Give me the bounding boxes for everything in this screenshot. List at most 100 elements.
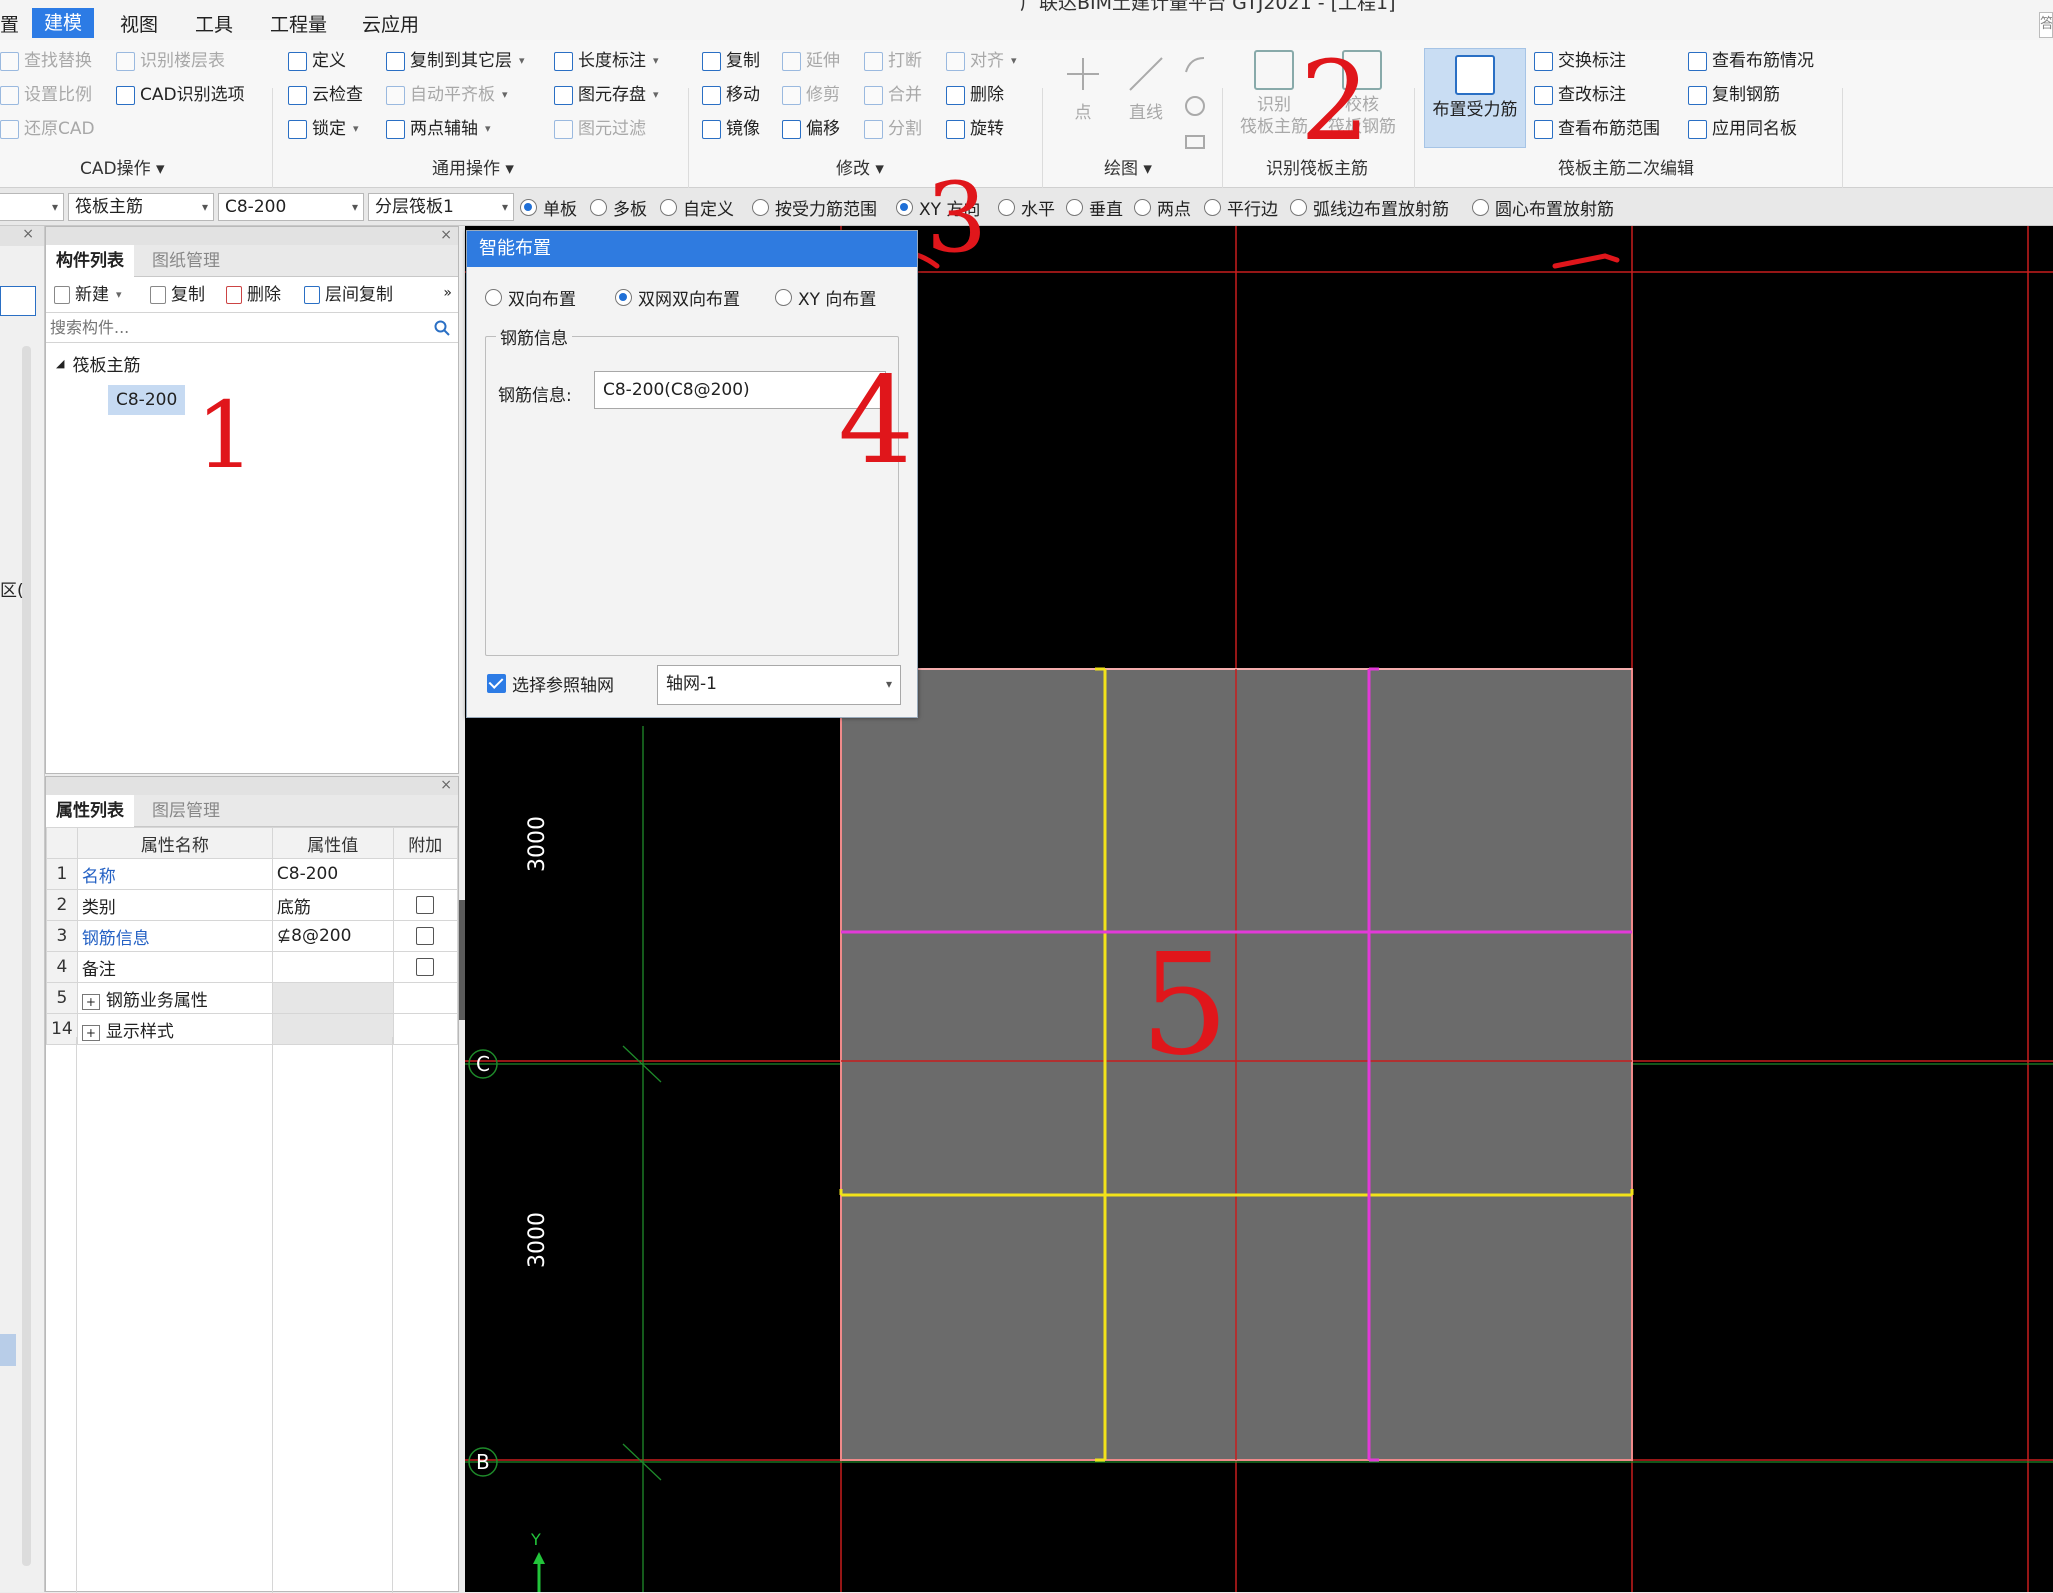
axis-grid-select[interactable]: 轴网-1 <box>657 665 901 705</box>
radio-by-rebar-range[interactable]: 按受力筋范围 <box>752 195 877 220</box>
radio-two-points[interactable]: 两点 <box>1134 195 1191 220</box>
search-icon[interactable] <box>434 320 450 336</box>
more-icon[interactable]: » <box>443 285 452 301</box>
restore-cad-button[interactable]: 还原CAD <box>0 116 95 142</box>
append-checkbox[interactable] <box>416 927 435 945</box>
nav-scrollbar[interactable] <box>22 346 31 1566</box>
extend-button[interactable]: 延伸 <box>782 48 840 74</box>
auto-align-slab-button[interactable]: 自动平齐板 ▾ <box>386 82 508 108</box>
arc-tools-icon[interactable] <box>1180 52 1210 152</box>
close-icon[interactable]: × <box>440 777 452 793</box>
tab-component-list[interactable]: 构件列表 <box>46 245 134 277</box>
search-input[interactable] <box>46 313 426 342</box>
identify-floor-table-button[interactable]: 识别楼层表 <box>116 48 225 74</box>
append-checkbox[interactable] <box>416 896 435 914</box>
group-modify[interactable]: 修改 ▾ <box>836 154 884 179</box>
table-row[interactable]: 3 钢筋信息 ⊈8@200 <box>46 920 459 952</box>
floor-select[interactable] <box>0 193 64 221</box>
view-rebar-layout-button[interactable]: 查看布筋情况 <box>1688 48 1814 74</box>
split-button[interactable]: 分割 <box>864 116 922 142</box>
rotate-button[interactable]: 旋转 <box>946 116 1004 142</box>
group-general[interactable]: 通用操作 ▾ <box>432 154 514 179</box>
point-button[interactable]: 点 <box>1060 52 1106 124</box>
place-main-rebar-button[interactable]: 布置受力筋 <box>1424 48 1526 148</box>
trim-button[interactable]: 修剪 <box>782 82 840 108</box>
radio-two-way-layout[interactable]: 双向布置 <box>485 285 576 310</box>
lock-button[interactable]: 锁定 ▾ <box>288 116 359 142</box>
break-button[interactable]: 打断 <box>864 48 922 74</box>
cad-identify-options-button[interactable]: CAD识别选项 <box>116 82 245 108</box>
radio-vertical[interactable]: 垂直 <box>1066 195 1123 220</box>
close-icon[interactable]: × <box>440 227 452 243</box>
cloud-check-button[interactable]: 云检查 <box>288 82 363 108</box>
new-component-button[interactable]: 新建 ▾ <box>54 282 122 308</box>
copy-between-floors-button[interactable]: 层间复制 <box>304 282 393 308</box>
find-replace-button[interactable]: 查找替换 <box>0 48 92 74</box>
menu-tab-tools[interactable]: 工具 <box>195 10 233 37</box>
define-button[interactable]: 定义 <box>288 48 346 74</box>
group-draw[interactable]: 绘图 ▾ <box>1104 154 1152 179</box>
element-name-select[interactable]: C8-200 <box>218 193 364 221</box>
append-checkbox[interactable] <box>416 958 435 976</box>
move-button[interactable]: 移动 <box>702 82 760 108</box>
apply-same-name-slab-button[interactable]: 应用同名板 <box>1688 116 1797 142</box>
radio-multi-slab[interactable]: 多板 <box>590 195 647 220</box>
copy-button[interactable]: 复制 <box>702 48 760 74</box>
prop-value[interactable]: 底筋 <box>271 889 394 921</box>
radio-xy-layout[interactable]: XY 向布置 <box>775 285 876 310</box>
element-type-select[interactable]: 筏板主筋 <box>68 193 214 221</box>
menu-tab-modeling[interactable]: 建模 <box>32 8 95 38</box>
element-filter-button[interactable]: 图元过滤 <box>554 116 646 142</box>
copy-rebar-button[interactable]: 复制钢筋 <box>1688 82 1780 108</box>
two-point-axis-button[interactable]: 两点辅轴 ▾ <box>386 116 491 142</box>
menu-partial[interactable]: 置 <box>0 10 19 37</box>
radio-parallel-edge[interactable]: 平行边 <box>1204 195 1278 220</box>
close-icon[interactable]: × <box>0 226 44 246</box>
dialog-title[interactable]: 智能布置 <box>467 231 917 267</box>
layer-select[interactable]: 分层筏板1 <box>368 193 514 221</box>
table-row[interactable]: 4 备注 <box>46 951 459 983</box>
expand-plus-icon[interactable]: + <box>81 1024 100 1041</box>
menu-tab-cloud[interactable]: 云应用 <box>362 10 419 37</box>
line-button[interactable]: 直线 <box>1118 52 1174 124</box>
radio-custom[interactable]: 自定义 <box>660 195 734 220</box>
table-row[interactable]: 1 名称 C8-200 <box>46 858 459 890</box>
edit-label-button[interactable]: 查改标注 <box>1534 82 1626 108</box>
tree-root-raft-main-rebar[interactable]: ◢ 筏板主筋 <box>56 351 140 376</box>
mirror-button[interactable]: 镜像 <box>702 116 760 142</box>
table-row[interactable]: 5 + 钢筋业务属性 <box>46 982 459 1014</box>
radio-center-radial[interactable]: 圆心布置放射筋 <box>1472 195 1614 220</box>
tab-drawing-management[interactable]: 图纸管理 <box>142 245 230 277</box>
copy-to-other-floor-button[interactable]: 复制到其它层 ▾ <box>386 48 525 74</box>
radio-arc-radial[interactable]: 弧线边布置放射筋 <box>1290 195 1449 220</box>
prop-value[interactable] <box>271 951 394 983</box>
group-cad[interactable]: CAD操作 ▾ <box>80 154 165 179</box>
delete-component-button[interactable]: 删除 <box>226 282 281 308</box>
align-button[interactable]: 对齐 ▾ <box>946 48 1017 74</box>
swap-label-button[interactable]: 交换标注 <box>1534 48 1626 74</box>
merge-button[interactable]: 合并 <box>864 82 922 108</box>
radio-single-slab[interactable]: 单板 <box>520 195 577 220</box>
nav-toggle-icon[interactable] <box>0 286 36 316</box>
prop-value[interactable]: ⊈8@200 <box>271 920 394 952</box>
offset-button[interactable]: 偏移 <box>782 116 840 142</box>
element-save-button[interactable]: 图元存盘 ▾ <box>554 82 659 108</box>
table-row[interactable]: 14 + 显示样式 <box>46 1013 459 1045</box>
reference-axis-checkbox[interactable]: 选择参照轴网 <box>487 671 614 696</box>
set-scale-button[interactable]: 设置比例 <box>0 82 92 108</box>
top-right-partial[interactable]: 答 <box>2039 12 2053 38</box>
length-dimension-button[interactable]: 长度标注 ▾ <box>554 48 659 74</box>
tab-property-list[interactable]: 属性列表 <box>46 795 134 827</box>
view-rebar-range-button[interactable]: 查看布筋范围 <box>1534 116 1660 142</box>
prop-value[interactable]: C8-200 <box>271 858 394 890</box>
delete-button[interactable]: 删除 <box>946 82 1004 108</box>
table-row[interactable]: 2 类别 底筋 <box>46 889 459 921</box>
radio-horizontal[interactable]: 水平 <box>998 195 1055 220</box>
copy-component-button[interactable]: 复制 <box>150 282 205 308</box>
menu-tab-quantity[interactable]: 工程量 <box>270 10 327 37</box>
menu-tab-view[interactable]: 视图 <box>120 10 158 37</box>
tab-layer-management[interactable]: 图层管理 <box>142 795 230 827</box>
radio-double-mesh-layout[interactable]: 双网双向布置 <box>615 285 740 310</box>
tree-item-c8-200[interactable]: C8-200 <box>108 385 186 415</box>
expand-plus-icon[interactable]: + <box>81 993 100 1010</box>
